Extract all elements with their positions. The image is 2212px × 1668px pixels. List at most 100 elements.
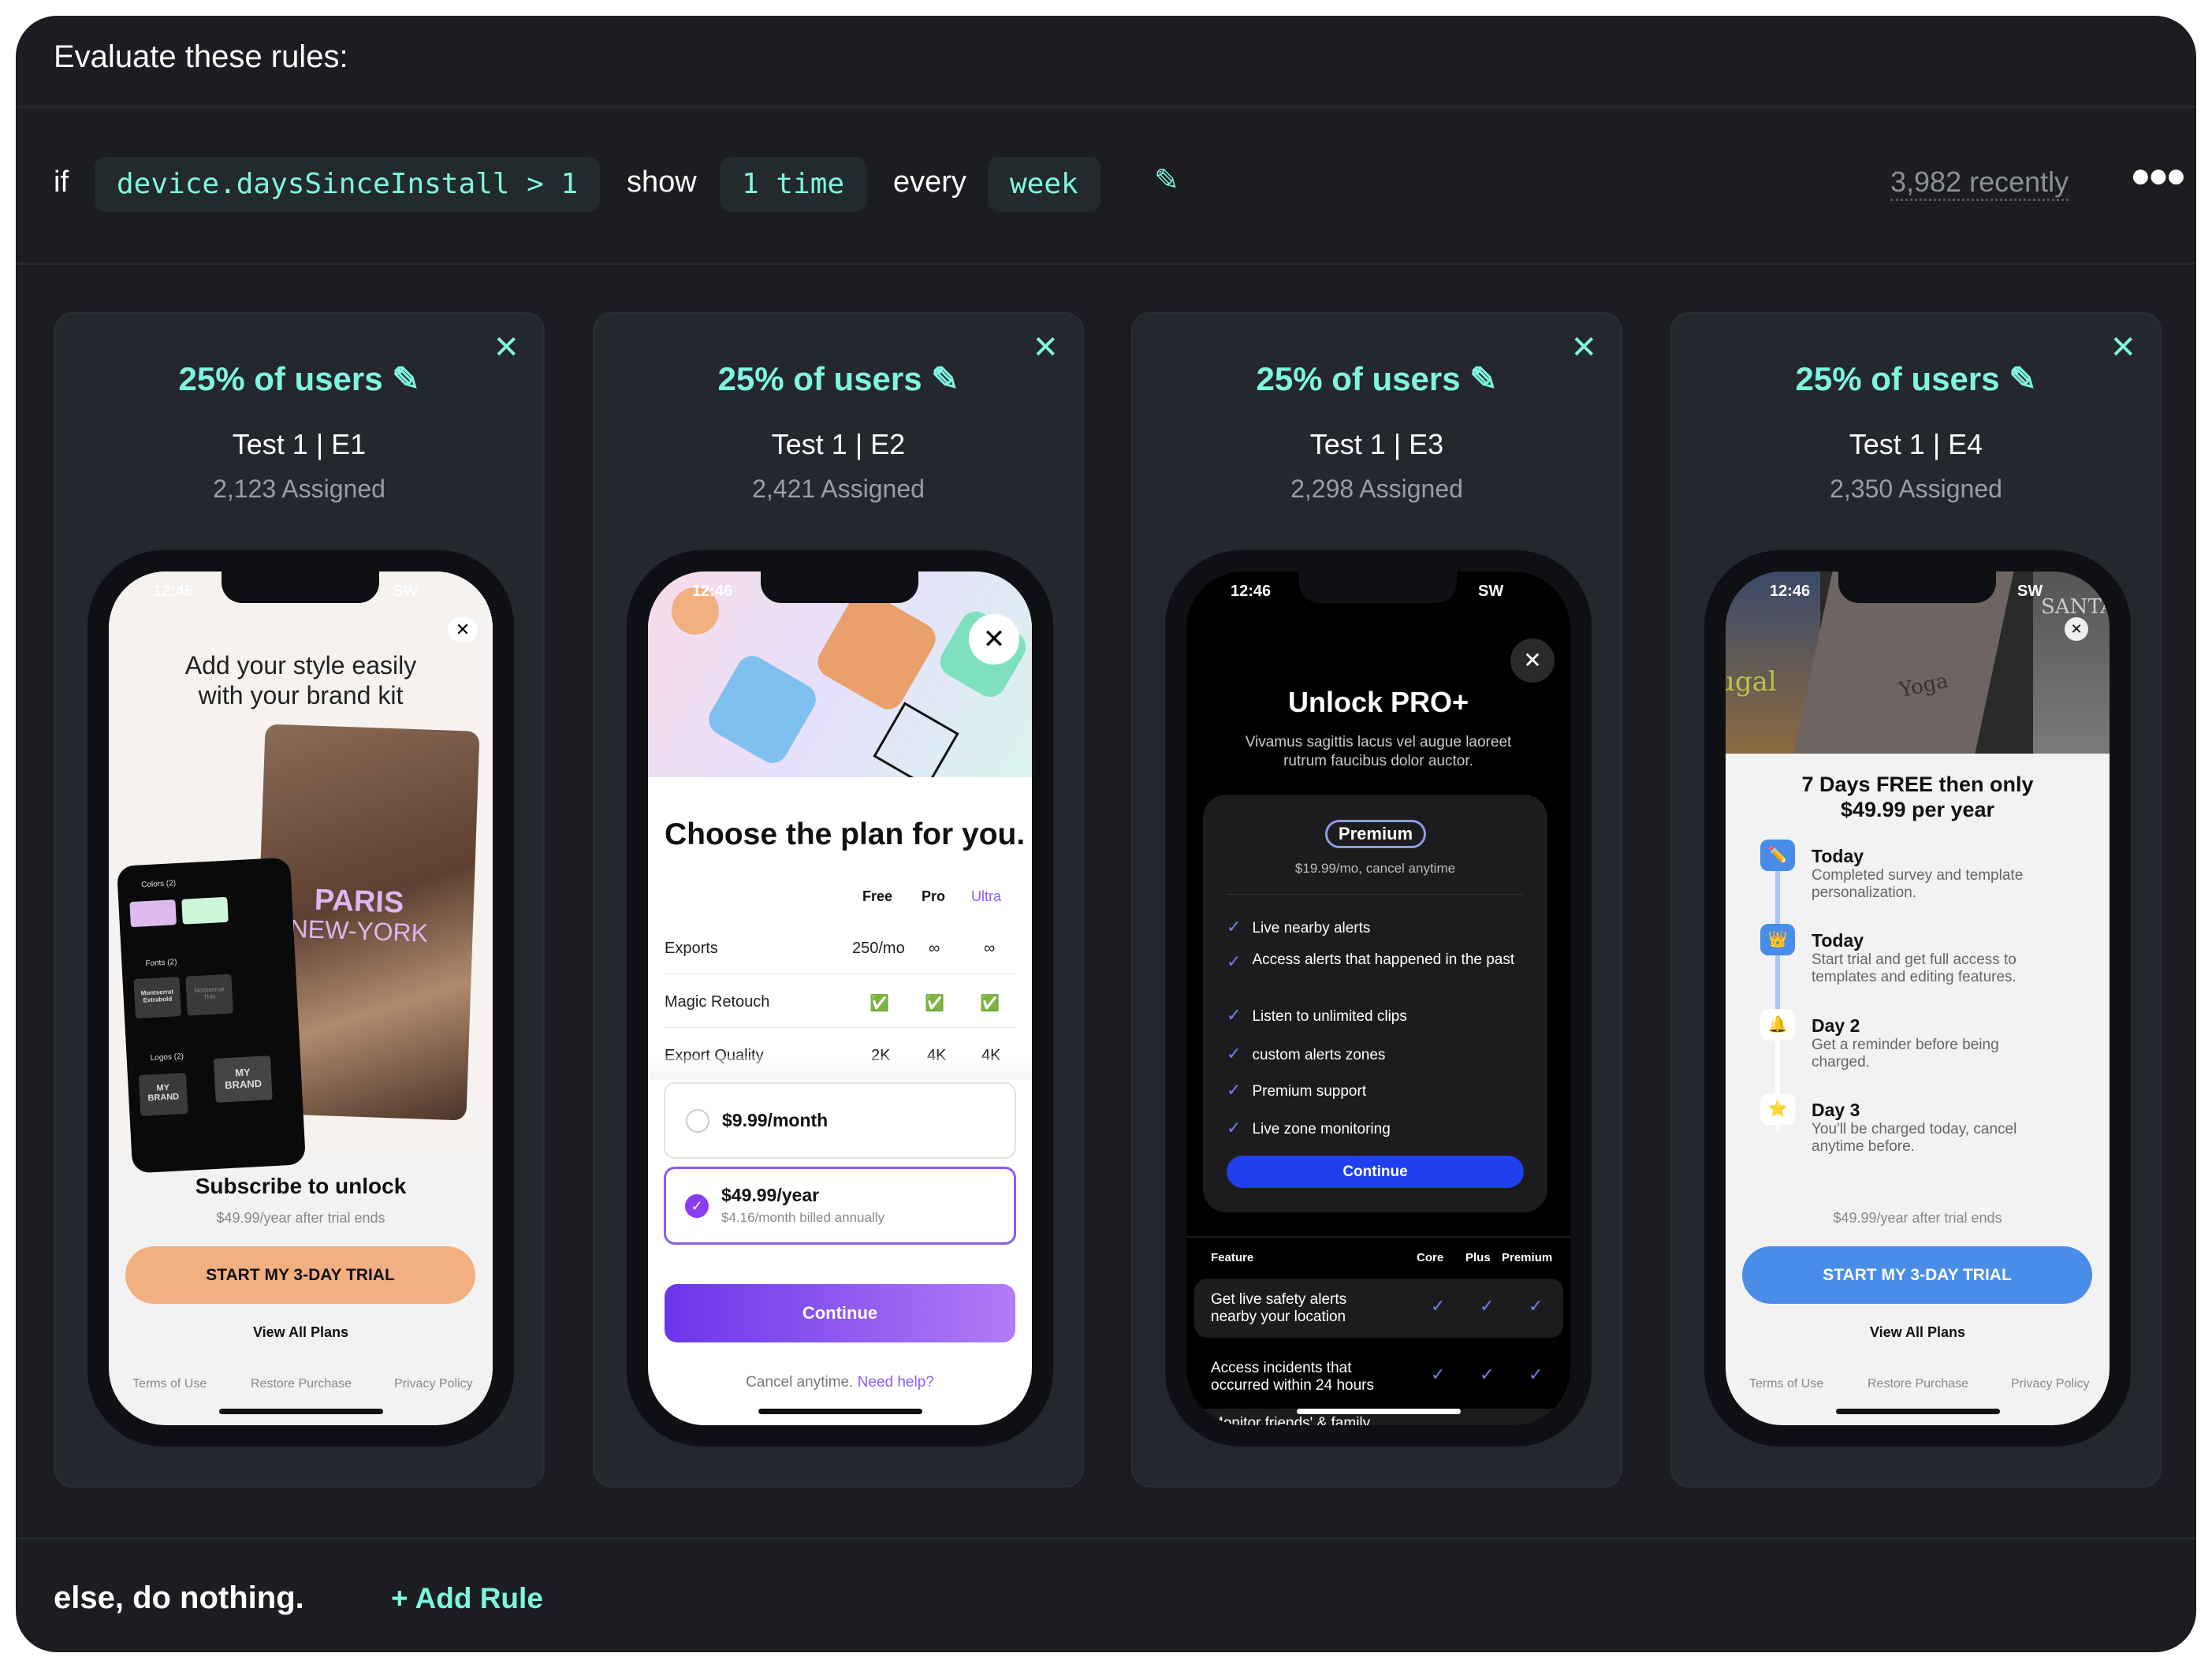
paywall-title: Unlock PRO+	[1287, 686, 1469, 718]
every-keyword: every	[893, 166, 966, 199]
paywall-title: Add your style easily with your brand kit	[184, 651, 417, 709]
variant-name: Test 1 | E4	[1849, 428, 1983, 460]
need-help-link[interactable]: Need help?	[858, 1374, 934, 1391]
continue-button[interactable]: Continue	[1227, 1156, 1524, 1188]
feature-item: ✓ Listen to unlimited clips	[1227, 1005, 1407, 1025]
timeline-item: Day 2 Get a reminder before being charged…	[1812, 1015, 1999, 1070]
price-note: $49.99/year after trial ends	[1833, 1210, 2002, 1226]
premium-plan-card: Premium $19.99/mo, cancel anytime ✓ Live …	[1203, 795, 1547, 1212]
radio-unchecked-icon[interactable]	[686, 1109, 709, 1133]
pencil-icon[interactable]: ✎	[1469, 360, 1497, 397]
phone-notch	[1838, 572, 1996, 603]
check-icon: ✓	[1227, 1044, 1242, 1063]
else-label: else, do nothing.	[54, 1581, 304, 1615]
experiment-card-e3: ✕ 25% of users ✎ Test 1 | E3 2,298 Assig…	[1131, 312, 1622, 1487]
assigned-count: 2,350 Assigned	[1830, 475, 2002, 503]
terms-link[interactable]: Terms of Use	[1749, 1377, 1823, 1391]
timeline-item: Day 3 You'll be charged today, cancel any…	[1812, 1100, 2017, 1155]
frequency-chip[interactable]: 1 time	[720, 157, 867, 212]
pencil-icon[interactable]: ✎	[1154, 162, 1179, 198]
pencil-icon[interactable]: ✎	[2009, 360, 2036, 397]
percent-label[interactable]: 25% of users ✎	[1133, 359, 1621, 398]
status-carrier: SW	[1478, 583, 1504, 600]
assigned-count: 2,421 Assigned	[752, 475, 925, 503]
paywall-title: 7 Days FREE then only $49.99 per year	[1801, 773, 2034, 821]
phone-preview: ugal Yoga SANTA 12:46 SW ✕ 7 Days FREE t…	[1704, 550, 2131, 1446]
variant-name: Test 1 | E1	[232, 428, 367, 460]
phone-preview: 12:46 ✕ Choose the plan for you. Free Pr…	[627, 550, 1053, 1446]
close-icon[interactable]: ✕	[969, 614, 1019, 665]
status-time: 12:46	[1770, 583, 1811, 600]
period-chip[interactable]: week	[988, 157, 1100, 212]
pencil-icon[interactable]: ✎	[392, 360, 419, 397]
view-all-plans-link[interactable]: View All Plans	[109, 1324, 493, 1341]
star-icon: ⭐	[1760, 1093, 1795, 1125]
privacy-link[interactable]: Privacy Policy	[2011, 1377, 2090, 1391]
pencil-icon: ✏️	[1760, 840, 1795, 871]
crown-icon: 👑	[1760, 924, 1795, 955]
table-row: Exports 250/mo ∞ ∞	[665, 940, 1015, 974]
price-note: $49.99/year after trial ends	[216, 1210, 385, 1226]
plan-option-monthly[interactable]: $9.99/month	[664, 1082, 1016, 1159]
divider	[16, 1537, 2196, 1540]
terms-link[interactable]: Terms of Use	[132, 1377, 207, 1391]
privacy-link[interactable]: Privacy Policy	[394, 1377, 473, 1391]
table-row: Get live safety alerts nearby your locati…	[1194, 1279, 1563, 1338]
add-rule-button[interactable]: + Add Rule	[391, 1582, 543, 1615]
subscribe-heading: Subscribe to unlock	[195, 1174, 407, 1198]
phone-preview: 12:46 SW ✕ Unlock PRO+ Vivamus sagittis …	[1165, 550, 1592, 1446]
condition-chip[interactable]: device.daysSinceInstall > 1	[95, 157, 601, 212]
check-icon: ✓	[1227, 917, 1242, 936]
check-icon: ✓	[1227, 1080, 1242, 1100]
check-icon: ✓	[1227, 1005, 1242, 1025]
paywall-screen: 12:46 ✕ Choose the plan for you. Free Pr…	[648, 572, 1032, 1425]
col-pro: Pro	[922, 888, 946, 904]
recent-count[interactable]: 3,982 recently	[1890, 166, 2069, 201]
table-row: Access incidents that occurred within 24 …	[1211, 1360, 1544, 1394]
percent-label[interactable]: 25% of users ✎	[55, 359, 543, 398]
feature-item: ✓ Access alerts that happened in the past	[1227, 951, 1515, 971]
continue-button[interactable]: Continue	[665, 1284, 1015, 1342]
status-time: 12:46	[153, 583, 194, 600]
home-indicator	[758, 1409, 922, 1414]
start-trial-button[interactable]: START MY 3-DAY TRIAL	[1742, 1246, 2092, 1304]
start-trial-button[interactable]: START MY 3-DAY TRIAL	[125, 1246, 475, 1304]
show-keyword: show	[627, 166, 697, 199]
status-carrier: SW	[2017, 583, 2043, 600]
percent-text: 25% of users	[717, 360, 922, 397]
percent-label[interactable]: 25% of users ✎	[1672, 359, 2160, 398]
view-all-plans-link[interactable]: View All Plans	[1726, 1324, 2110, 1341]
variant-name: Test 1 | E3	[1309, 428, 1444, 460]
radio-checked-icon[interactable]: ✓	[685, 1194, 709, 1218]
restore-link[interactable]: Restore Purchase	[1868, 1377, 1968, 1391]
assigned-count: 2,298 Assigned	[1290, 475, 1463, 503]
check-icon: ✓	[1227, 1118, 1242, 1137]
timeline-item: Today Completed survey and template perso…	[1812, 846, 2024, 901]
restore-link[interactable]: Restore Purchase	[251, 1377, 352, 1391]
brand-kit-mockup: Colors (2) Fonts (2) Montserrat Extrabol…	[116, 857, 307, 1174]
plan-option-yearly[interactable]: ✓ $49.99/year $4.16/month billed annuall…	[664, 1167, 1016, 1245]
table-header: Feature	[1211, 1251, 1254, 1264]
close-icon[interactable]: ✕	[448, 617, 478, 642]
col-free: Free	[862, 888, 893, 904]
paywall-screen: 12:46 SW ✕ Add your style easily with you…	[109, 572, 493, 1425]
percent-label[interactable]: 25% of users ✎	[594, 359, 1082, 398]
ellipsis-icon[interactable]: ●●●	[2130, 156, 2187, 195]
phone-notch	[761, 572, 918, 603]
if-keyword: if	[54, 166, 69, 199]
premium-badge: Premium	[1325, 820, 1426, 848]
feature-item: ✓ Live zone monitoring	[1227, 1118, 1391, 1137]
experiment-card-e2: ✕ 25% of users ✎ Test 1 | E2 2,421 Assig…	[593, 312, 1084, 1487]
close-icon[interactable]: ✕	[1510, 639, 1555, 683]
percent-text: 25% of users	[1795, 360, 2000, 397]
percent-text: 25% of users	[178, 360, 383, 397]
phone-notch	[1299, 572, 1457, 603]
status-time: 12:46	[1231, 583, 1272, 600]
phone-preview: 12:46 SW ✕ Add your style easily with you…	[88, 550, 514, 1446]
paywall-screen: ugal Yoga SANTA 12:46 SW ✕ 7 Days FREE t…	[1726, 572, 2110, 1425]
paywall-title: Choose the plan for you.	[665, 817, 1026, 851]
pencil-icon[interactable]: ✎	[931, 360, 959, 397]
divider	[16, 262, 2196, 265]
close-icon[interactable]: ✕	[2065, 617, 2088, 641]
table-header: Plus	[1465, 1251, 1491, 1264]
